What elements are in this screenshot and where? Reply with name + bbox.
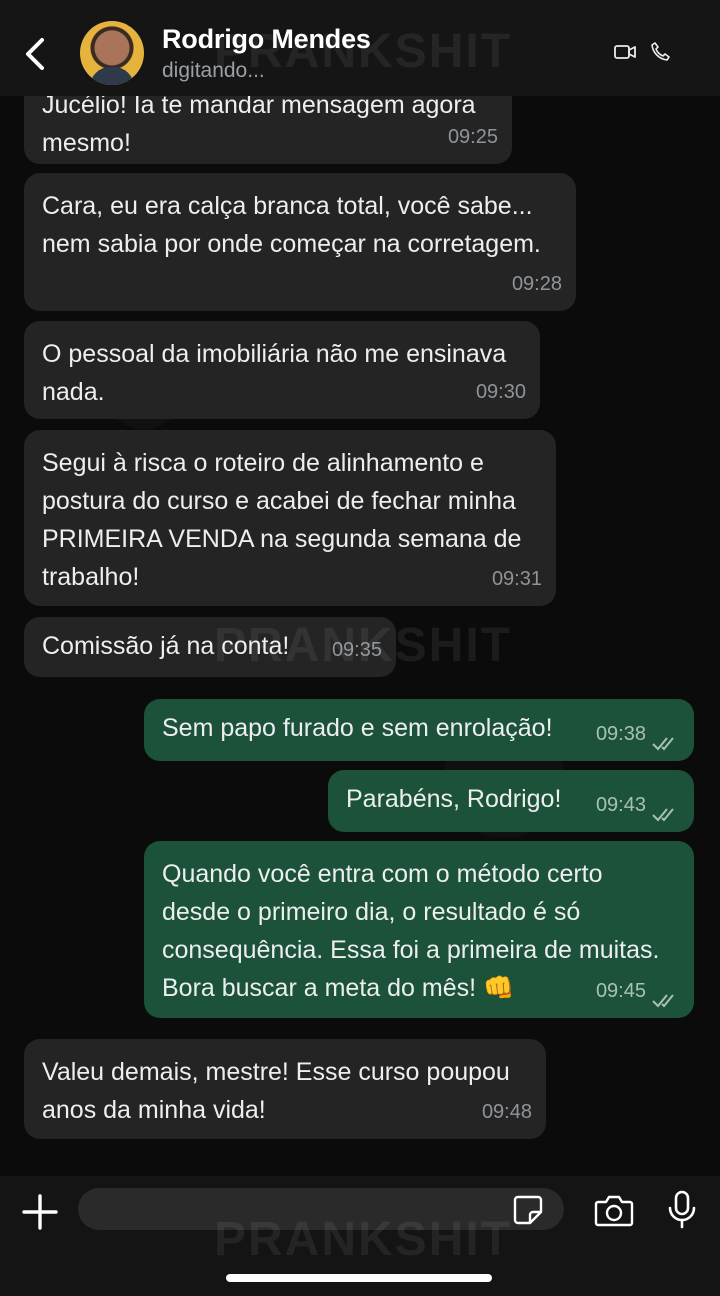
message-incoming[interactable]: Segui à risca o roteiro de alinhamento e… xyxy=(24,430,556,606)
microphone-icon[interactable] xyxy=(667,1190,697,1230)
watermark-middle: PRANKSHIT xyxy=(214,619,513,672)
sticker-icon[interactable] xyxy=(512,1194,544,1226)
contact-avatar[interactable] xyxy=(80,21,144,85)
message-text: Cara, eu era calça branca total, você sa… xyxy=(42,192,541,258)
double-check-icon xyxy=(652,994,674,1008)
plus-icon[interactable] xyxy=(22,1194,58,1230)
home-indicator[interactable] xyxy=(226,1274,492,1282)
double-check-icon xyxy=(652,808,674,822)
message-outgoing[interactable]: Quando você entra com o método certo des… xyxy=(144,841,694,1018)
message-incoming[interactable]: Cara, eu era calça branca total, você sa… xyxy=(24,173,576,311)
message-incoming[interactable]: Valeu demais, mestre! Esse curso poupou … xyxy=(24,1039,546,1139)
video-call-icon[interactable] xyxy=(614,44,636,60)
message-time: 09:31 xyxy=(491,568,542,590)
phone-icon[interactable] xyxy=(651,42,670,61)
message-time: 09:45 xyxy=(595,980,646,1002)
message-time: 09:25 xyxy=(447,126,498,148)
back-arrow-icon[interactable] xyxy=(20,34,52,74)
message-outgoing[interactable]: Parabéns, Rodrigo! 09:43 xyxy=(328,770,694,832)
message-text: Jucélio! Ia te mandar mensagem agora mes… xyxy=(42,96,476,157)
message-incoming[interactable]: Jucélio! Ia te mandar mensagem agora mes… xyxy=(24,96,512,164)
message-time: 09:38 xyxy=(595,723,646,745)
message-text: O pessoal da imobiliária não me ensinava… xyxy=(42,340,507,406)
message-text: Valeu demais, mestre! Esse curso poupou … xyxy=(42,1058,510,1124)
message-time: 09:28 xyxy=(511,273,562,295)
watermark-top: PRANKSHIT xyxy=(214,25,513,78)
double-check-icon xyxy=(652,737,674,751)
message-time: 09:48 xyxy=(481,1101,532,1123)
message-text: Segui à risca o roteiro de alinhamento e… xyxy=(42,449,522,591)
message-time: 09:43 xyxy=(595,794,646,816)
camera-icon[interactable] xyxy=(594,1192,634,1228)
message-time: 09:30 xyxy=(475,381,526,403)
message-incoming[interactable]: O pessoal da imobiliária não me ensinava… xyxy=(24,321,540,419)
watermark-bottom: PRANKSHIT xyxy=(214,1213,513,1266)
message-outgoing[interactable]: Sem papo furado e sem enrolação! 09:38 xyxy=(144,699,694,761)
